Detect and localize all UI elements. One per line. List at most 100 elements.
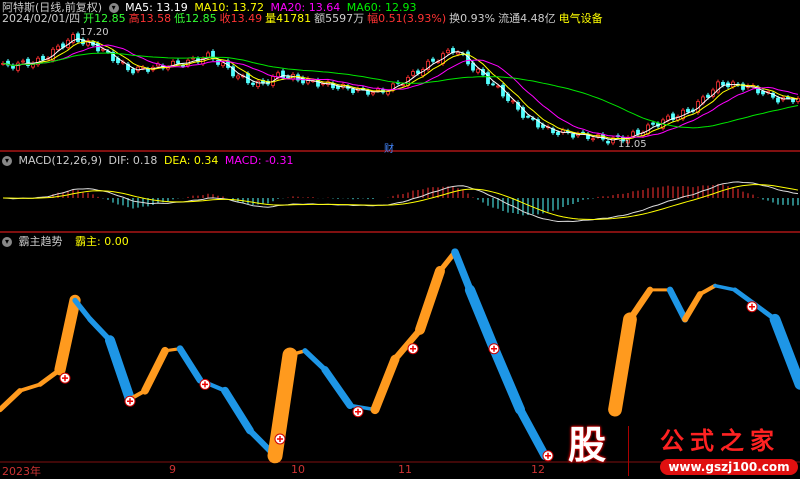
candle[interactable] [176, 60, 180, 64]
trend-up-segment [626, 286, 654, 323]
signal-plus-icon [124, 395, 136, 407]
trend-down-segment [451, 248, 474, 294]
chevron-down-icon[interactable]: ▾ [2, 237, 12, 247]
ma10-line [2, 40, 799, 140]
candle[interactable] [21, 60, 25, 63]
candle[interactable] [131, 68, 135, 74]
logo-title: 公式之家 [660, 427, 780, 455]
candle[interactable] [501, 84, 505, 97]
trend-up-segment [682, 291, 703, 323]
candle[interactable] [556, 131, 560, 135]
candle[interactable] [171, 60, 175, 66]
trend-down-segment [464, 284, 501, 356]
trend-up-segment [370, 354, 400, 415]
signal-plus-icon [274, 433, 286, 445]
signal-plus-icon [407, 343, 419, 355]
trend-up-segment [415, 266, 445, 335]
candle[interactable] [446, 49, 450, 54]
trend-down-segment [221, 386, 254, 435]
macd-header: ▾ MACD(12,26,9) DIF: 0.18 DEA: 0.34 MACD… [2, 154, 297, 167]
signal-plus-icon [488, 343, 500, 355]
moving-averages [2, 38, 799, 141]
candle[interactable] [206, 52, 210, 58]
candle[interactable] [686, 108, 690, 113]
candle[interactable] [526, 115, 530, 118]
macd-dea: DEA: 0.34 [163, 154, 219, 167]
x-label: 10 [291, 463, 305, 476]
candle[interactable] [351, 88, 355, 93]
macd-value: MACD: -0.31 [224, 154, 294, 167]
trend-down-segment [515, 405, 550, 461]
candle[interactable] [496, 85, 500, 88]
candle[interactable] [571, 133, 575, 138]
candle[interactable] [41, 55, 45, 61]
candle[interactable] [146, 68, 150, 72]
candle[interactable] [606, 140, 610, 144]
low-label: 11.05 [618, 139, 647, 150]
candle[interactable] [286, 76, 290, 79]
candle[interactable] [56, 45, 60, 50]
x-label: 11 [398, 463, 412, 476]
candle[interactable] [791, 99, 795, 103]
trend-up-segment [54, 294, 81, 376]
candle[interactable] [476, 68, 480, 73]
candle[interactable] [221, 62, 225, 67]
macd-dif: DIF: 0.18 [108, 154, 158, 167]
ma20-line [2, 44, 799, 139]
signal-plus-icon [199, 378, 211, 390]
candle[interactable] [591, 138, 595, 141]
trend-down-segment [176, 345, 204, 384]
candle[interactable] [636, 129, 640, 135]
finance-marker[interactable]: 财 [384, 142, 394, 155]
candle[interactable] [411, 71, 415, 76]
candle[interactable] [216, 60, 220, 65]
trend-down-segment [321, 366, 354, 410]
macd-panel [2, 181, 799, 223]
indicator-value: 霸主: 0.00 [75, 235, 129, 248]
trend-down-segment [713, 283, 737, 292]
candle[interactable] [666, 115, 670, 121]
watermark-logo: 股 公式之家 www.gszj100.com [560, 418, 800, 477]
candle[interactable] [16, 62, 20, 71]
trend-down-segment [666, 286, 689, 323]
logo-char: 股 [568, 423, 607, 467]
candle[interactable] [776, 97, 780, 103]
candle[interactable] [251, 82, 255, 85]
chevron-down-icon[interactable]: ▾ [2, 156, 12, 166]
trend-down-segment [105, 335, 135, 405]
candle[interactable] [721, 82, 725, 86]
candle[interactable] [491, 83, 495, 86]
candle[interactable] [376, 88, 380, 91]
trend-up-segment [608, 312, 637, 417]
trend-up-segment [141, 346, 169, 395]
indicator-label: 霸主趋势 [18, 235, 63, 248]
candle[interactable] [236, 75, 240, 79]
x-label: 12 [531, 463, 545, 476]
signal-plus-icon [59, 372, 71, 384]
signal-plus-icon [352, 406, 364, 418]
candle[interactable] [511, 100, 515, 103]
x-label: 9 [169, 463, 176, 476]
trend-up-segment [698, 283, 717, 297]
logo-url: www.gszj100.com [660, 459, 798, 475]
trend-up-segment [0, 388, 23, 413]
signal-plus-icon [542, 450, 554, 462]
candle[interactable] [706, 94, 710, 98]
trend-up-segment [18, 382, 42, 393]
indicator-header: ▾ 霸主趋势 霸主: 0.00 [2, 235, 132, 248]
trend-down-segment [302, 348, 328, 373]
candle[interactable] [631, 131, 635, 137]
high-label: 17.20 [80, 27, 109, 38]
trend-down-segment [490, 345, 525, 415]
trend-down-segment [769, 313, 800, 390]
signal-plus-icon [746, 301, 758, 313]
candle[interactable] [366, 90, 370, 95]
candle[interactable] [281, 70, 285, 79]
candle[interactable] [456, 51, 460, 55]
candle[interactable] [371, 92, 375, 95]
candle[interactable] [431, 58, 435, 62]
dif-line [2, 181, 799, 223]
candle[interactable] [651, 122, 655, 125]
candle[interactable] [386, 91, 390, 95]
macd-label: MACD(12,26,9) [18, 154, 103, 167]
